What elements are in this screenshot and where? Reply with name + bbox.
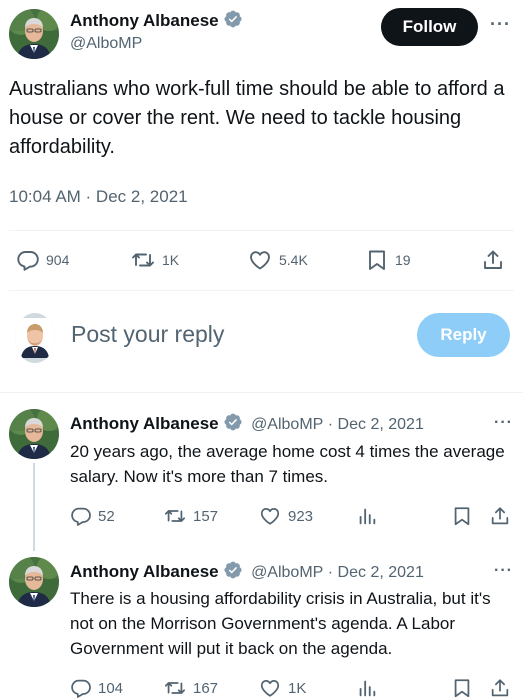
reply-count: 904 (46, 252, 70, 268)
reply-text: There is a housing affordability crisis … (70, 589, 491, 658)
verified-badge-icon (223, 412, 243, 432)
reply-author-name[interactable]: Anthony Albanese (70, 562, 219, 581)
like-action[interactable]: 923 (258, 505, 313, 527)
bookmark-icon (365, 248, 389, 272)
bookmark-action[interactable]: 19 (365, 248, 411, 272)
verified-badge-icon (223, 9, 243, 29)
divider (0, 392, 523, 393)
divider (9, 290, 514, 291)
reply-action[interactable]: 104 (70, 677, 123, 699)
tweet-text: Australians who work-full time should be… (9, 78, 505, 158)
like-count: 5.4K (279, 252, 308, 268)
share-icon (481, 248, 505, 272)
heart-icon (258, 505, 282, 527)
analytics-icon (356, 505, 378, 527)
repost-count: 157 (193, 507, 219, 525)
author-handle[interactable]: @AlboMP (70, 35, 142, 53)
thread-line (33, 463, 35, 551)
bookmark-count: 19 (395, 252, 411, 268)
like-count: 923 (288, 507, 314, 525)
repost-icon (163, 677, 187, 699)
reply-date[interactable]: · Dec 2, 2021 (328, 416, 424, 433)
bookmark-action[interactable] (451, 677, 479, 699)
share-icon (489, 677, 511, 699)
more-options-icon[interactable]: ··· (494, 414, 513, 432)
reply-count: 52 (98, 507, 115, 525)
like-count: 1K (288, 679, 307, 697)
reply-author-avatar[interactable] (9, 557, 59, 607)
reply-date[interactable]: · Dec 2, 2021 (328, 564, 424, 581)
author-name[interactable]: Anthony Albanese (70, 11, 219, 30)
reply-action[interactable]: 904 (16, 248, 69, 272)
reply-author-name[interactable]: Anthony Albanese (70, 414, 219, 433)
repost-action[interactable]: 157 (163, 505, 218, 527)
like-action[interactable]: 1K (258, 677, 306, 699)
comment-icon (70, 677, 92, 699)
reply-header: Anthony Albanese @AlboMP · Dec 2, 2021 (70, 412, 424, 434)
reply-author-handle[interactable]: @AlboMP (251, 564, 323, 581)
share-action[interactable] (489, 505, 517, 527)
more-options-icon[interactable]: ··· (494, 562, 513, 580)
divider (9, 230, 514, 231)
author-avatar[interactable] (9, 9, 59, 59)
reply-header: Anthony Albanese @AlboMP · Dec 2, 2021 (70, 560, 424, 582)
repost-count: 167 (193, 679, 219, 697)
share-action[interactable] (489, 677, 517, 699)
reply-author-handle[interactable]: @AlboMP (251, 416, 323, 433)
repost-count: 1K (162, 252, 180, 268)
reply-text: 20 years ago, the average home cost 4 ti… (70, 442, 505, 486)
reply-button[interactable]: Reply (417, 313, 510, 357)
reply-action[interactable]: 52 (70, 505, 115, 527)
like-action[interactable]: 5.4K (247, 248, 308, 272)
author-name-row[interactable]: Anthony Albanese (70, 9, 243, 31)
analytics-action[interactable] (356, 505, 384, 527)
bookmark-icon (451, 505, 473, 527)
heart-icon (258, 677, 282, 699)
share-icon (489, 505, 511, 527)
repost-action[interactable]: 167 (163, 677, 218, 699)
bookmark-icon (451, 677, 473, 699)
share-action[interactable] (481, 248, 511, 272)
analytics-icon (356, 677, 378, 699)
reply-input[interactable]: Post your reply (71, 321, 401, 348)
repost-icon (130, 248, 156, 272)
bookmark-action[interactable] (451, 505, 479, 527)
more-options-icon[interactable]: ··· (490, 14, 511, 35)
comment-icon (70, 505, 92, 527)
repost-icon (163, 505, 187, 527)
reply-author-avatar[interactable] (9, 409, 59, 459)
verified-badge-icon (223, 560, 243, 580)
repost-action[interactable]: 1K (130, 248, 179, 272)
analytics-action[interactable] (356, 677, 384, 699)
heart-icon (247, 248, 273, 272)
tweet-timestamp[interactable]: 10:04 AM · Dec 2, 2021 (9, 187, 188, 207)
reply-count: 104 (98, 679, 124, 697)
follow-button[interactable]: Follow (381, 8, 478, 46)
comment-icon (16, 248, 40, 272)
current-user-avatar[interactable] (15, 313, 55, 363)
